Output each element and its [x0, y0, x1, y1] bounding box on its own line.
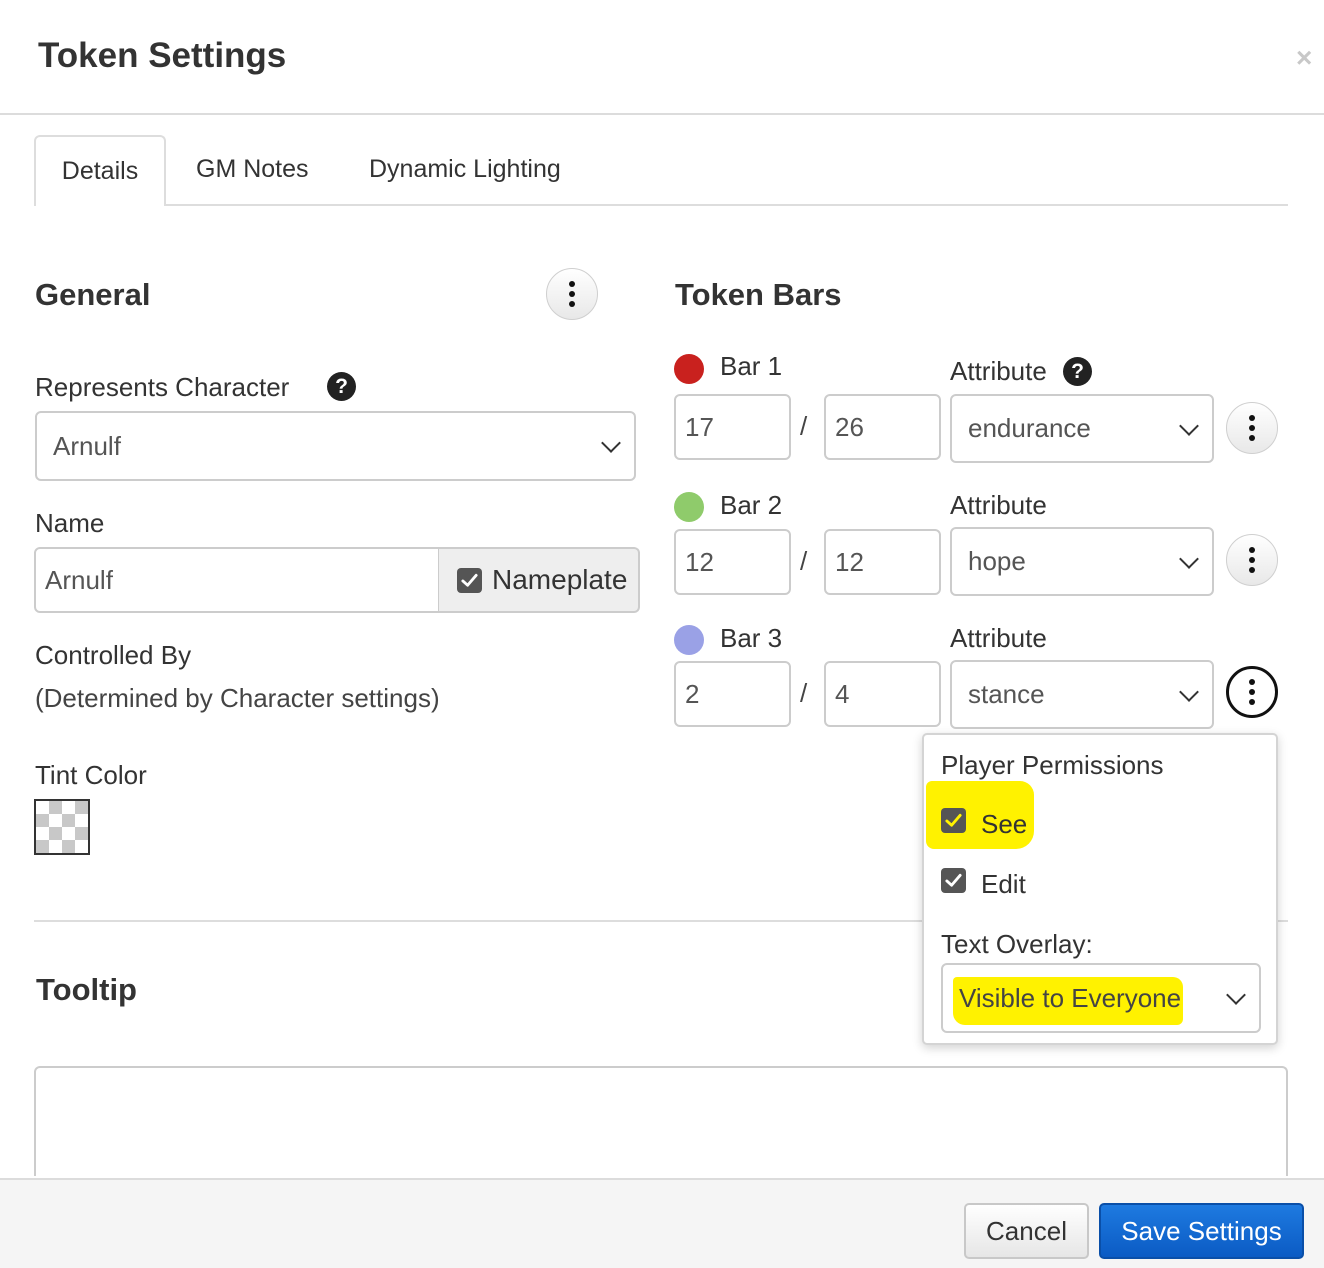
bar2-separator: / [800, 546, 808, 576]
kebab-icon [1249, 679, 1255, 705]
bar1-color-dot [674, 354, 704, 384]
edit-label: Edit [981, 869, 1026, 899]
chevron-down-icon [1226, 985, 1246, 1005]
text-overlay-value: Visible to Everyone [959, 982, 1182, 1013]
edit-checkbox[interactable] [941, 868, 966, 893]
see-label: See [981, 809, 1028, 839]
bar1-menu-button[interactable] [1226, 402, 1278, 454]
bar2-color-dot [674, 492, 704, 522]
help-icon[interactable]: ? [327, 372, 356, 401]
general-menu-button[interactable] [546, 268, 598, 320]
player-permissions-heading: Player Permissions [941, 750, 1164, 780]
check-icon [945, 813, 962, 827]
save-settings-button[interactable]: Save Settings [1099, 1203, 1304, 1259]
header-divider [0, 113, 1324, 115]
bar2-current-input[interactable]: 12 [674, 529, 791, 595]
tab-gm-notes[interactable]: GM Notes [196, 135, 309, 206]
token-bars-heading: Token Bars [675, 277, 842, 312]
bar3-max-input[interactable]: 4 [824, 661, 941, 727]
tab-details[interactable]: Details [34, 135, 166, 206]
tab-dynamic-lighting[interactable]: Dynamic Lighting [369, 135, 561, 206]
bar2-attribute-select[interactable]: hope [950, 527, 1214, 596]
bar3-menu-button[interactable] [1226, 666, 1278, 718]
nameplate-label: Nameplate [492, 564, 628, 595]
bar1-max-input[interactable]: 26 [824, 394, 941, 460]
check-icon [461, 573, 478, 587]
bar3-current-input[interactable]: 2 [674, 661, 791, 727]
bar3-attribute-select[interactable]: stance [950, 660, 1214, 729]
name-label: Name [35, 508, 105, 538]
bar3-attribute-label: Attribute [950, 623, 1047, 653]
cancel-button[interactable]: Cancel [964, 1203, 1089, 1259]
close-icon[interactable]: × [1296, 44, 1312, 72]
tooltip-heading: Tooltip [36, 972, 137, 1007]
help-icon[interactable]: ? [1063, 357, 1092, 386]
bar1-attribute-label: Attribute [950, 356, 1047, 386]
text-overlay-select[interactable]: Visible to Everyone [941, 963, 1261, 1033]
bar1-attribute-value: endurance [968, 413, 1091, 443]
bar2-max-input[interactable]: 12 [824, 529, 941, 595]
player-permissions-popover: Player Permissions See Edit Text Overlay… [922, 733, 1278, 1045]
chevron-down-icon [1179, 548, 1199, 569]
check-icon [945, 873, 962, 887]
kebab-icon [569, 281, 575, 307]
bar1-attribute-select[interactable]: endurance [950, 394, 1214, 463]
represents-character-select[interactable]: Arnulf [35, 411, 636, 481]
bar1-current-input[interactable]: 17 [674, 394, 791, 460]
represents-character-value: Arnulf [53, 430, 121, 461]
bar2-menu-button[interactable] [1226, 534, 1278, 586]
bar3-separator: / [800, 678, 808, 708]
chevron-down-icon [1179, 415, 1199, 436]
bar3-label: Bar 3 [720, 623, 783, 653]
tint-color-label: Tint Color [35, 760, 147, 790]
bar2-attribute-value: hope [968, 546, 1026, 576]
chevron-down-icon [1179, 681, 1199, 702]
bar3-color-dot [674, 625, 704, 655]
tooltip-textarea[interactable] [34, 1066, 1288, 1176]
controlled-by-label: Controlled By [35, 640, 192, 670]
kebab-icon [1249, 415, 1255, 441]
nameplate-toggle[interactable]: Nameplate [439, 547, 640, 613]
controlled-by-note: (Determined by Character settings) [35, 683, 440, 713]
general-heading: General [35, 277, 151, 312]
bar2-label: Bar 2 [720, 490, 783, 520]
represents-character-label: Represents Character [35, 372, 290, 402]
name-input[interactable]: Arnulf [34, 547, 440, 613]
chevron-down-icon [601, 433, 621, 453]
bar1-separator: / [800, 411, 808, 441]
bar2-attribute-label: Attribute [950, 490, 1047, 520]
bar1-label: Bar 1 [720, 351, 783, 381]
see-checkbox[interactable] [941, 808, 966, 833]
kebab-icon [1249, 547, 1255, 573]
nameplate-checkbox[interactable] [457, 567, 482, 593]
text-overlay-label: Text Overlay: [941, 929, 1093, 959]
tint-color-swatch[interactable] [34, 799, 90, 855]
dialog-title: Token Settings [38, 36, 287, 75]
bar3-attribute-value: stance [968, 679, 1045, 709]
